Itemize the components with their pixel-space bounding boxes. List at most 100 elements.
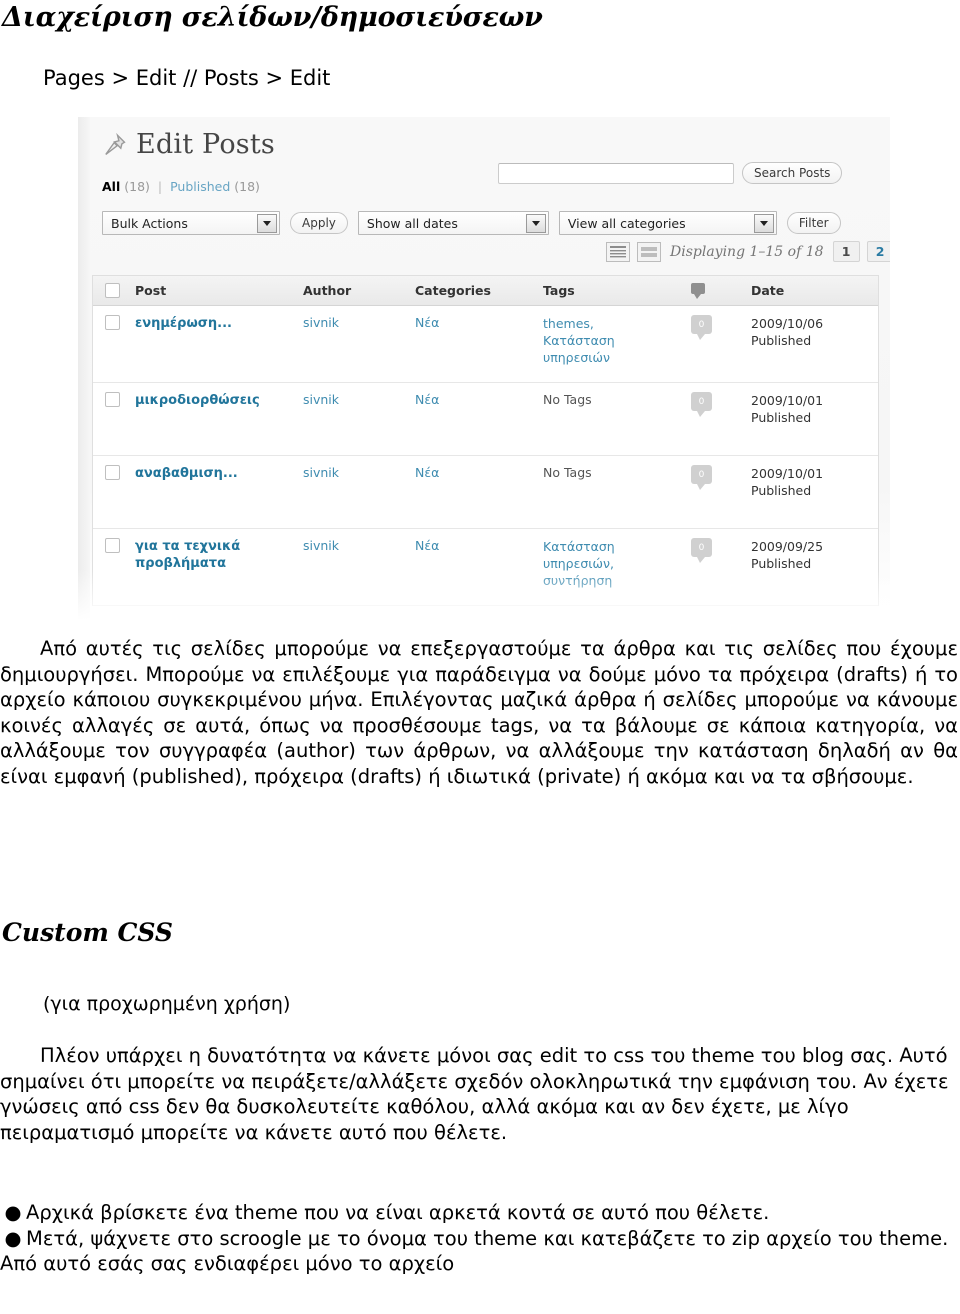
list-item: ● Μετά, ψάχνετε στο scroogle με το όνομα … xyxy=(0,1226,958,1277)
excerpt-view-icon[interactable] xyxy=(637,241,661,262)
heading-custom-css: Custom CSS xyxy=(2,918,173,947)
bulk-actions-select[interactable]: Bulk Actions xyxy=(102,211,280,235)
bulk-actions-value: Bulk Actions xyxy=(111,215,188,231)
posts-table: Post Author Categories Tags Date ενημέρω… xyxy=(92,275,879,606)
select-all-checkbox[interactable] xyxy=(105,283,120,298)
bullet-list: ● Αρχικά βρίσκετε ένα theme που να είναι … xyxy=(0,1200,958,1277)
view-all-categories-select[interactable]: View all categories xyxy=(558,211,777,235)
post-title-link[interactable]: για τα τεχνικά προβλήματα xyxy=(135,539,240,571)
row-checkbox[interactable] xyxy=(105,315,120,330)
paragraph-custom-css: Πλέον υπάρχει η δυνατότητα να κάνετε μόν… xyxy=(0,1044,949,1144)
chevron-down-icon[interactable] xyxy=(525,214,546,233)
wordpress-screenshot-image: Edit Posts All (18) | Published (18) Sea… xyxy=(78,117,890,627)
displaying-count: Displaying 1–15 of 18 xyxy=(670,243,824,260)
column-header-categories[interactable]: Categories xyxy=(415,276,543,305)
page-title: Διαχείριση σελίδων/δημοσιεύσεων xyxy=(2,2,543,33)
post-tag-link[interactable]: Κατάσταση xyxy=(543,538,685,555)
list-item-label: Μετά, ψάχνετε στο scroogle με το όνομα τ… xyxy=(0,1226,949,1276)
post-date-cell: 2009/09/25 Published xyxy=(751,529,878,605)
edit-posts-title: Edit Posts xyxy=(136,129,275,160)
post-date-cell: 2009/10/01 Published xyxy=(751,383,878,455)
column-header-author[interactable]: Author xyxy=(303,276,415,305)
post-date-cell: 2009/10/06 Published xyxy=(751,306,878,382)
post-tags-cell[interactable]: Κατάσταση υπηρεσιών, συντήρηση xyxy=(543,529,691,605)
post-tag-link[interactable]: υπηρεσιών, xyxy=(543,555,685,572)
post-date: 2009/10/01 xyxy=(751,466,824,481)
post-author-link[interactable]: sivnik xyxy=(303,465,339,480)
row-checkbox[interactable] xyxy=(105,465,120,480)
list-view-icon[interactable] xyxy=(606,241,630,262)
bullet-icon: ● xyxy=(4,1226,22,1250)
paragraph-pages-management: Από αυτές τις σελίδες μπορούμε να επεξερ… xyxy=(0,637,958,788)
post-date: 2009/09/25 xyxy=(751,539,824,554)
table-header-row: Post Author Categories Tags Date xyxy=(93,276,878,306)
post-category-link[interactable]: Νέα xyxy=(415,392,439,407)
breadcrumb: Pages > Edit // Posts > Edit xyxy=(43,66,331,90)
comments-icon xyxy=(691,283,705,299)
column-header-tags[interactable]: Tags xyxy=(543,276,691,305)
search-posts-row: Search Posts xyxy=(498,162,843,184)
search-posts-button[interactable]: Search Posts xyxy=(742,162,843,184)
filter-button[interactable]: Filter xyxy=(786,212,841,234)
search-input[interactable] xyxy=(498,162,734,184)
post-status-filter-links[interactable]: All (18) | Published (18) xyxy=(102,179,260,194)
show-all-dates-select[interactable]: Show all dates xyxy=(357,211,549,235)
page-2-button[interactable]: 2 xyxy=(866,241,890,262)
filter-published-count: (18) xyxy=(234,179,260,194)
post-tag-link[interactable]: συντήρηση xyxy=(543,572,685,589)
post-tags-empty: No Tags xyxy=(543,392,592,407)
post-author-link[interactable]: sivnik xyxy=(303,315,339,330)
page-1-button[interactable]: 1 xyxy=(832,241,860,262)
row-checkbox-cell[interactable] xyxy=(93,383,135,455)
row-checkbox-cell[interactable] xyxy=(93,529,135,605)
comment-count-badge[interactable]: 0 xyxy=(691,315,712,340)
list-item: ● Αρχικά βρίσκετε ένα theme που να είναι … xyxy=(0,1200,958,1226)
post-category-link[interactable]: Νέα xyxy=(415,538,439,553)
column-header-date[interactable]: Date xyxy=(751,276,878,305)
filter-all-label[interactable]: All xyxy=(102,179,120,194)
post-category-link[interactable]: Νέα xyxy=(415,315,439,330)
post-title-link[interactable]: μικροδιορθώσεις xyxy=(135,393,260,408)
post-tags-cell[interactable]: themes, Κατάσταση υπηρεσιών xyxy=(543,306,691,382)
post-title-link[interactable]: ενημέρωση... xyxy=(135,316,232,331)
comment-count-badge[interactable]: 0 xyxy=(691,465,712,490)
view-all-categories-value: View all categories xyxy=(567,215,686,231)
row-checkbox[interactable] xyxy=(105,538,120,553)
post-status: Published xyxy=(751,556,812,571)
post-tag-link[interactable]: Κατάσταση xyxy=(543,332,685,349)
comment-count-badge[interactable]: 0 xyxy=(691,392,712,417)
edit-posts-header: Edit Posts xyxy=(102,129,275,160)
post-tag-link[interactable]: themes, xyxy=(543,315,685,332)
row-checkbox[interactable] xyxy=(105,392,120,407)
column-header-comments[interactable] xyxy=(691,276,751,305)
post-author-link[interactable]: sivnik xyxy=(303,392,339,407)
post-status: Published xyxy=(751,410,812,425)
pagination-row: Displaying 1–15 of 18 1 2 » xyxy=(606,241,890,262)
post-status: Published xyxy=(751,483,812,498)
table-row[interactable]: για τα τεχνικά προβλήματα sivnik Νέα Κατ… xyxy=(93,529,878,606)
chevron-down-icon[interactable] xyxy=(753,214,774,233)
post-date-cell: 2009/10/01 Published xyxy=(751,456,878,528)
post-date: 2009/10/01 xyxy=(751,393,824,408)
list-item-label: Αρχικά βρίσκετε ένα theme που να είναι α… xyxy=(26,1201,770,1224)
chevron-down-icon[interactable] xyxy=(257,214,277,233)
pushpin-icon xyxy=(102,132,128,158)
row-checkbox-cell[interactable] xyxy=(93,306,135,382)
comment-count-badge[interactable]: 0 xyxy=(691,538,712,563)
post-author-link[interactable]: sivnik xyxy=(303,538,339,553)
column-header-post[interactable]: Post xyxy=(135,276,303,305)
select-all-checkbox-cell[interactable] xyxy=(93,276,135,305)
apply-button[interactable]: Apply xyxy=(290,212,348,234)
table-row[interactable]: ενημέρωση... sivnik Νέα themes, Κατάστασ… xyxy=(93,306,878,383)
table-row[interactable]: αναβαθμιση... sivnik Νέα No Tags 0 2009/… xyxy=(93,456,878,529)
filter-published-label[interactable]: Published xyxy=(170,179,230,194)
table-row[interactable]: μικροδιορθώσεις sivnik Νέα No Tags 0 200… xyxy=(93,383,878,456)
post-tag-link[interactable]: υπηρεσιών xyxy=(543,349,685,366)
bullet-icon: ● xyxy=(4,1201,22,1224)
post-title-link[interactable]: αναβαθμιση... xyxy=(135,466,238,481)
filter-separator: | xyxy=(157,179,163,194)
post-tags-empty: No Tags xyxy=(543,465,592,480)
post-date: 2009/10/06 xyxy=(751,316,824,331)
post-category-link[interactable]: Νέα xyxy=(415,465,439,480)
row-checkbox-cell[interactable] xyxy=(93,456,135,528)
